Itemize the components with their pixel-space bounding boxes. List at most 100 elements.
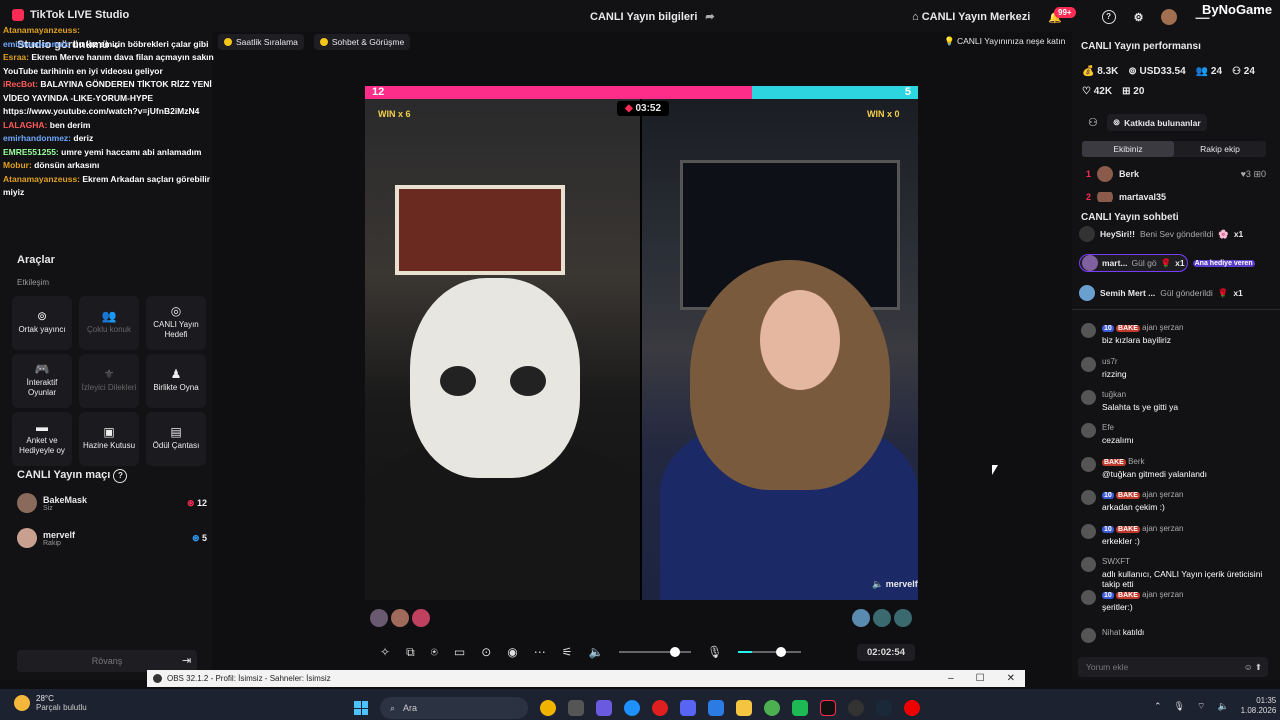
magic-icon[interactable]: ✧ xyxy=(380,645,390,659)
chat-user[interactable]: Nihat xyxy=(1102,628,1121,637)
chat-user[interactable]: SWXFT xyxy=(1102,557,1130,566)
profile-avatar[interactable] xyxy=(1161,9,1178,25)
contributors-button[interactable]: ⊚ Katkıda bulunanlar xyxy=(1107,114,1207,131)
tab-your-team[interactable]: Ekibiniz xyxy=(1082,141,1174,157)
tab-rival-team[interactable]: Rakip ekip xyxy=(1174,141,1266,157)
wifi-icon[interactable]: ⌔ xyxy=(1197,701,1205,712)
mic-level xyxy=(738,651,753,653)
live-info-button[interactable]: CANLI Yayın bilgileri ➦ xyxy=(590,10,715,23)
help-icon[interactable]: ? xyxy=(113,469,128,483)
gear-icon[interactable]: ⚙ xyxy=(1134,11,1144,24)
folder-icon[interactable] xyxy=(736,700,752,716)
tab-chat-meet[interactable]: Sohbet & Görüşme xyxy=(313,34,411,50)
player-role: Siz xyxy=(43,504,53,512)
tiktok-icon[interactable] xyxy=(820,700,836,716)
opponent-supporters[interactable] xyxy=(852,609,912,627)
exit-icon[interactable]: ⇥ xyxy=(182,654,191,667)
host-supporters[interactable] xyxy=(370,609,430,627)
slider-knob[interactable] xyxy=(669,647,680,657)
overlay-user: EMRE551255: xyxy=(3,146,59,157)
overlay-text: bu kız emirin böbrekleri çalar gibi xyxy=(73,38,209,49)
tool-play-together[interactable]: ♟ Birlikte Oyna xyxy=(146,354,206,408)
tool-reward-bag[interactable]: ▤ Ödül Çantası xyxy=(146,412,206,466)
tool-poll[interactable]: ▬ Anket ve Hediyeyle oy xyxy=(12,412,72,466)
settings-icon[interactable]: ⚟ xyxy=(562,645,573,659)
add-user-icon[interactable]: ⚇ xyxy=(1088,116,1098,129)
more-icon[interactable]: ⋯ xyxy=(534,645,546,659)
opera-icon[interactable] xyxy=(652,700,668,716)
chat-user[interactable]: Efe xyxy=(1102,423,1114,432)
chrome-icon[interactable] xyxy=(540,700,556,716)
chat-user[interactable]: us7r xyxy=(1102,357,1118,366)
share-icon[interactable]: ➦ xyxy=(705,11,714,23)
taskbar-search[interactable]: ⌕ Ara xyxy=(380,697,528,719)
volume-slider[interactable] xyxy=(619,647,692,657)
minimize-icon[interactable]: – xyxy=(948,670,954,687)
chevron-up-icon[interactable]: ⌃ xyxy=(1154,701,1162,712)
record-icon[interactable]: ⊙ xyxy=(481,645,491,659)
youtube-icon[interactable] xyxy=(904,700,920,716)
effects-icon[interactable]: ⍟ xyxy=(431,645,438,660)
tool-cohost[interactable]: ⊚ Ortak yayıncı xyxy=(12,296,72,350)
mic-slider[interactable] xyxy=(738,647,801,657)
camera-icon[interactable]: ◉ xyxy=(507,645,517,659)
tab-hourly-ranking[interactable]: Saatlik Sıralama xyxy=(218,34,304,50)
comment-input[interactable]: Yorum ekle ☺ ⬆ xyxy=(1078,657,1268,677)
close-icon[interactable]: ✕ xyxy=(1007,670,1015,687)
mic-icon[interactable]: 🎙 xyxy=(707,645,722,659)
teams-icon[interactable] xyxy=(596,700,612,716)
chat-user[interactable]: tuğkan xyxy=(1102,390,1126,399)
slider-knob[interactable] xyxy=(775,647,786,657)
mic-icon[interactable]: 🎙 xyxy=(1174,701,1185,712)
chat-user[interactable]: ajan şerzan xyxy=(1142,490,1183,499)
volume-icon[interactable]: 🔈 xyxy=(589,645,604,659)
chrome-alt-icon[interactable] xyxy=(764,700,780,716)
windows-start-icon[interactable] xyxy=(354,701,368,715)
chat-text: erkekler :) xyxy=(1102,536,1140,546)
tool-viewer-wishes[interactable]: ⚜ İzleyici Dilekleri xyxy=(79,354,139,408)
taskbar-clock[interactable]: 01:35 1.08.2026 xyxy=(1241,696,1277,716)
help-icon[interactable]: ? xyxy=(1101,10,1116,24)
bell-icon[interactable]: 🔔99+ xyxy=(1048,6,1083,24)
fan-badge: BAKE xyxy=(1102,459,1126,466)
chat-user[interactable]: ajan şerzan xyxy=(1142,524,1183,533)
divider xyxy=(1072,309,1280,310)
edge-icon[interactable] xyxy=(624,700,640,716)
chat-user[interactable]: ajan şerzan xyxy=(1142,590,1183,599)
obs-taskbar-icon[interactable] xyxy=(848,700,864,716)
store-icon[interactable] xyxy=(568,700,584,716)
emoji-send-icons[interactable]: ☺ ⬆ xyxy=(1244,657,1262,677)
chat-user[interactable]: Berk xyxy=(1128,457,1144,466)
coin-icon xyxy=(319,38,328,46)
tool-interactive-games[interactable]: 🎮 İnteraktif Oyunlar xyxy=(12,354,72,408)
obs-window-bar[interactable]: OBS 32.1.2 - Profil: İsimsiz - Sahneler:… xyxy=(147,670,1025,687)
overlay-chat-line: LALAGHA: ben derim xyxy=(3,119,253,133)
speaker-icon[interactable]: 🔈 xyxy=(872,579,883,589)
stat-usd: ⊚ USD33.54 xyxy=(1128,66,1186,77)
chat-user[interactable]: ajan şerzan xyxy=(1142,323,1183,332)
search-label: Ara xyxy=(403,703,418,713)
speaker-icon[interactable]: 🔈 xyxy=(1217,701,1228,712)
date: 1.08.2026 xyxy=(1240,706,1277,715)
maximize-icon[interactable]: ☐ xyxy=(976,670,985,687)
live-center-button[interactable]: ⌂ CANLI Yayın Merkezi xyxy=(912,11,1030,23)
weather-widget[interactable]: 28°C Parçalı bulutlu xyxy=(14,694,87,712)
tool-treasure-box[interactable]: ▣ Hazine Kutusu xyxy=(79,412,139,466)
filter-icon[interactable]: ⧉ xyxy=(406,645,415,660)
rematch-button[interactable]: Rövanş xyxy=(17,650,197,672)
joy-tip[interactable]: 💡 CANLI Yayınınıza neşe katın xyxy=(944,36,1065,47)
gift-action: Gül gö xyxy=(1131,258,1157,268)
overlay-text: umre yemi haccamı abi anlamadım xyxy=(61,146,202,157)
tool-live-goal[interactable]: ◎ CANLI Yayın Hedefi xyxy=(146,296,206,350)
overlay-chat-line: emirhandonmez: bu kız emirin böbrekleri … xyxy=(3,38,253,52)
steam-icon[interactable] xyxy=(876,700,892,716)
mail-icon[interactable] xyxy=(708,700,724,716)
link-icon: ⊚ xyxy=(36,309,48,323)
discord-icon[interactable] xyxy=(680,700,696,716)
tool-multiguest[interactable]: 👥 Çoklu konuk xyxy=(79,296,139,350)
stat-likes: ♡ 42K xyxy=(1082,86,1113,97)
users-icon: 👥 xyxy=(101,309,117,323)
timer-value: 03:52 xyxy=(635,103,662,114)
app-icon[interactable] xyxy=(792,700,808,716)
screen-icon[interactable]: ▭ xyxy=(454,645,465,659)
